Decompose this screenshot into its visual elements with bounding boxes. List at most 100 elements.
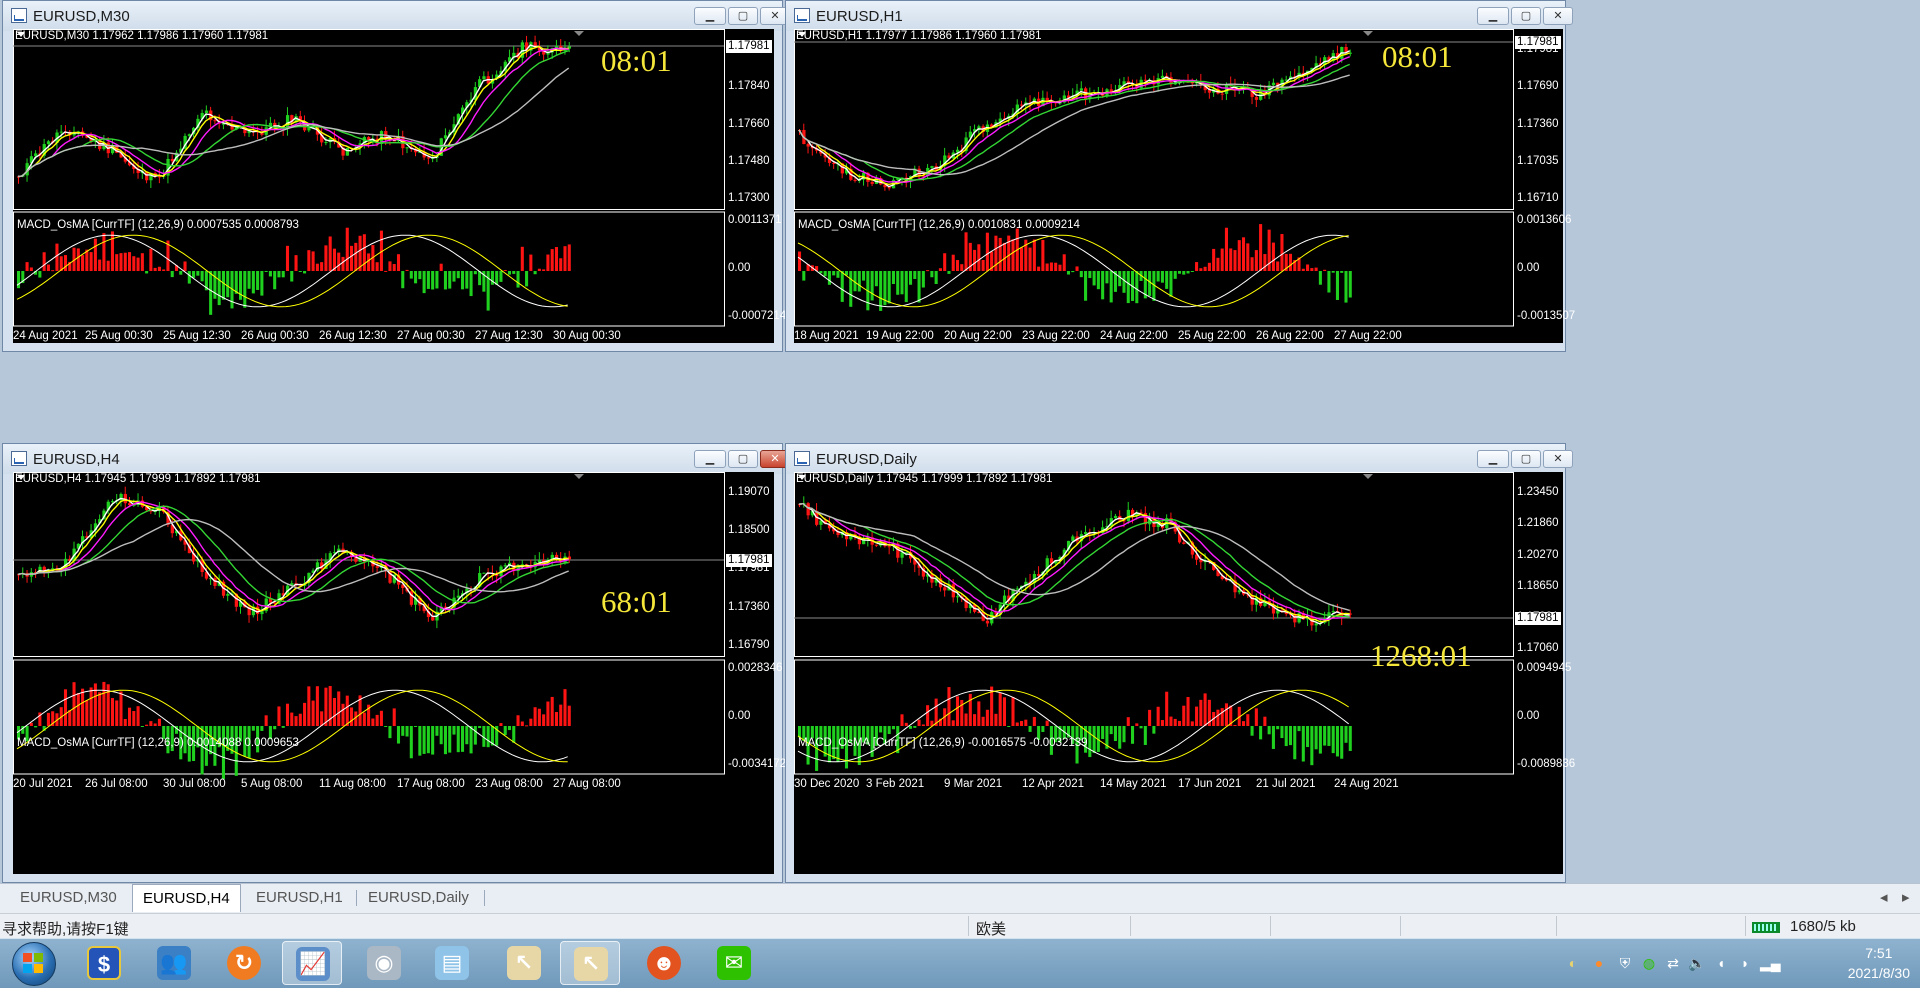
tab-eurusd-daily[interactable]: EURUSD,Daily	[358, 886, 479, 910]
osma-histogram-bar	[1276, 726, 1280, 730]
tray-wechat-icon[interactable]: ◍	[1640, 954, 1658, 972]
taskbar-notebook-app[interactable]: ▤	[422, 941, 482, 985]
osma-histogram-bar	[1007, 726, 1011, 727]
osma-histogram-bar	[196, 271, 200, 276]
osma-histogram-bar	[1148, 271, 1152, 296]
chart-window-daily[interactable]: EURUSD,Daily ▁ ▢ ✕ EURUSD,Daily 1.17945 …	[785, 443, 1575, 883]
tray-mascot-icon[interactable]: ●	[1590, 954, 1608, 972]
ma-magenta-line	[798, 56, 1350, 183]
window-titlebar[interactable]: EURUSD,M30 ▁ ▢ ✕	[3, 1, 790, 31]
window-titlebar[interactable]: EURUSD,H1 ▁ ▢ ✕	[786, 1, 1573, 31]
wechat-icon: ✉	[717, 946, 751, 980]
tray-shield-icon[interactable]: ⛨	[1616, 954, 1634, 972]
maximize-button[interactable]: ▢	[728, 450, 758, 468]
taskbar-chart-app-1[interactable]: ↖	[494, 941, 554, 985]
osma-histogram-bar	[951, 720, 955, 726]
taskbar-wechat[interactable]: ✉	[704, 941, 764, 985]
chart-window-h1[interactable]: EURUSD,H1 ▁ ▢ ✕ EURUSD,H1 1.17977 1.1798…	[785, 0, 1575, 352]
chart-window-icon	[11, 451, 27, 466]
osma-histogram-bar	[1169, 271, 1173, 297]
osma-histogram-bar	[1160, 271, 1164, 283]
chart-area-m30[interactable]: EURUSD,M30 1.17962 1.17986 1.17960 1.179…	[13, 29, 786, 343]
minimize-button[interactable]: ▁	[1477, 450, 1509, 468]
taskbar-disc-app[interactable]: ◉	[354, 941, 414, 985]
osma-histogram-bar	[328, 236, 332, 271]
maximize-button[interactable]: ▢	[1511, 7, 1541, 25]
chart-area-h1[interactable]: EURUSD,H1 1.17977 1.17986 1.17960 1.1798…	[794, 29, 1575, 345]
tab-scroll-right[interactable]: ▸	[1892, 886, 1920, 910]
chart-area-daily[interactable]: EURUSD,Daily 1.17945 1.17999 1.17892 1.1…	[794, 472, 1575, 876]
osma-histogram-bar	[951, 254, 955, 271]
candle-body	[204, 110, 209, 114]
windows-flag-icon	[23, 953, 43, 973]
chart-window-icon	[11, 8, 27, 23]
osma-histogram-bar	[1259, 224, 1263, 271]
osma-histogram-bar	[1327, 271, 1331, 293]
tray-signal-icon[interactable]: ▂▄	[1760, 954, 1781, 972]
indicator-label: MACD_OsMA [CurrTF] (12,26,9) 0.0010831 0…	[798, 219, 1080, 231]
time-axis-tick: 25 Aug 22:00	[1178, 330, 1246, 342]
osma-histogram-bar	[29, 267, 33, 271]
price-chart-svg[interactable]	[794, 472, 1565, 876]
osma-histogram-bar	[192, 271, 196, 278]
candle-body	[955, 596, 960, 598]
osma-histogram-bar	[452, 726, 456, 735]
osma-histogram-bar	[81, 688, 85, 726]
osma-histogram-bar	[1186, 271, 1190, 274]
tab-eurusd-h4[interactable]: EURUSD,H4	[132, 884, 241, 912]
status-profile[interactable]: 欧美	[976, 918, 1006, 939]
price-axis-tick: 1.17480	[728, 155, 770, 167]
minimize-button[interactable]: ▁	[694, 450, 726, 468]
osma-histogram-bar	[68, 710, 72, 726]
taskbar-chart-app-2[interactable]: ↖	[560, 941, 620, 985]
candle-body	[1331, 611, 1335, 613]
tab-eurusd-h1[interactable]: EURUSD,H1	[246, 886, 353, 910]
minimize-button[interactable]: ▁	[694, 7, 726, 25]
osma-histogram-bar	[542, 269, 546, 271]
start-button[interactable]	[4, 939, 62, 988]
price-chart-svg[interactable]	[794, 29, 1565, 345]
tray-volume-icon[interactable]: ◖	[1712, 954, 1730, 972]
osma-histogram-bar	[998, 237, 1002, 271]
chart-window-h4[interactable]: EURUSD,H4 ▁ ▢ ✕ EURUSD,H4 1.17945 1.1799…	[2, 443, 790, 883]
osma-histogram-bar	[290, 271, 294, 282]
maximize-button[interactable]: ▢	[728, 7, 758, 25]
close-button[interactable]: ✕	[1543, 7, 1573, 25]
tray-app-icon[interactable]: ◐	[1564, 954, 1582, 972]
taskbar-refresh-app[interactable]: ↻	[214, 941, 274, 985]
osma-histogram-bar	[379, 710, 383, 726]
osma-histogram-bar	[559, 258, 563, 271]
system-clock[interactable]: 7:51 2021/8/30	[1848, 943, 1910, 983]
window-titlebar[interactable]: EURUSD,H4 ▁ ▢ ✕	[3, 444, 790, 474]
osma-histogram-bar	[973, 714, 977, 726]
tray-speaker-icon[interactable]: 🔈	[1688, 954, 1706, 972]
price-axis-tick: 1.23450	[1517, 486, 1559, 498]
time-axis-tick: 30 Dec 2020	[794, 778, 860, 790]
close-button[interactable]: ✕	[1543, 450, 1573, 468]
osma-histogram-bar	[439, 263, 443, 271]
chart-area-h4[interactable]: EURUSD,H4 1.17945 1.17999 1.17892 1.1798…	[13, 472, 786, 876]
taskbar-mascot-app[interactable]: ☻	[634, 941, 694, 985]
price-chart-svg[interactable]	[13, 472, 776, 876]
window-titlebar[interactable]: EURUSD,Daily ▁ ▢ ✕	[786, 444, 1573, 474]
tray-network-icon[interactable]: ⇄	[1664, 954, 1682, 972]
osma-histogram-bar	[478, 271, 482, 286]
time-axis-tick: 20 Jul 2021	[13, 778, 73, 790]
osma-histogram-bar	[503, 270, 507, 272]
chart-window-m30[interactable]: EURUSD,M30 ▁ ▢ ✕ EURUSD,M30 1.17962 1.17…	[2, 0, 790, 352]
time-axis-tick: 24 Aug 2021	[13, 330, 78, 342]
minimize-button[interactable]: ▁	[1477, 7, 1509, 25]
disc-drive-icon: ◉	[367, 946, 401, 980]
maximize-button[interactable]: ▢	[1511, 450, 1541, 468]
osma-histogram-bar	[426, 726, 430, 754]
candle-body	[1015, 588, 1019, 590]
osma-histogram-bar	[1032, 716, 1036, 726]
osma-histogram-bar	[478, 726, 482, 729]
tab-eurusd-m30[interactable]: EURUSD,M30	[10, 886, 127, 910]
tray-mute-icon[interactable]: ◗	[1736, 954, 1754, 972]
osma-histogram-bar	[567, 705, 571, 726]
taskbar-people-app[interactable]: 👥	[144, 941, 204, 985]
osma-histogram-bar	[563, 689, 567, 726]
taskbar-dollar-app[interactable]: $	[74, 941, 134, 985]
taskbar-metatrader[interactable]: 📈	[282, 941, 342, 985]
